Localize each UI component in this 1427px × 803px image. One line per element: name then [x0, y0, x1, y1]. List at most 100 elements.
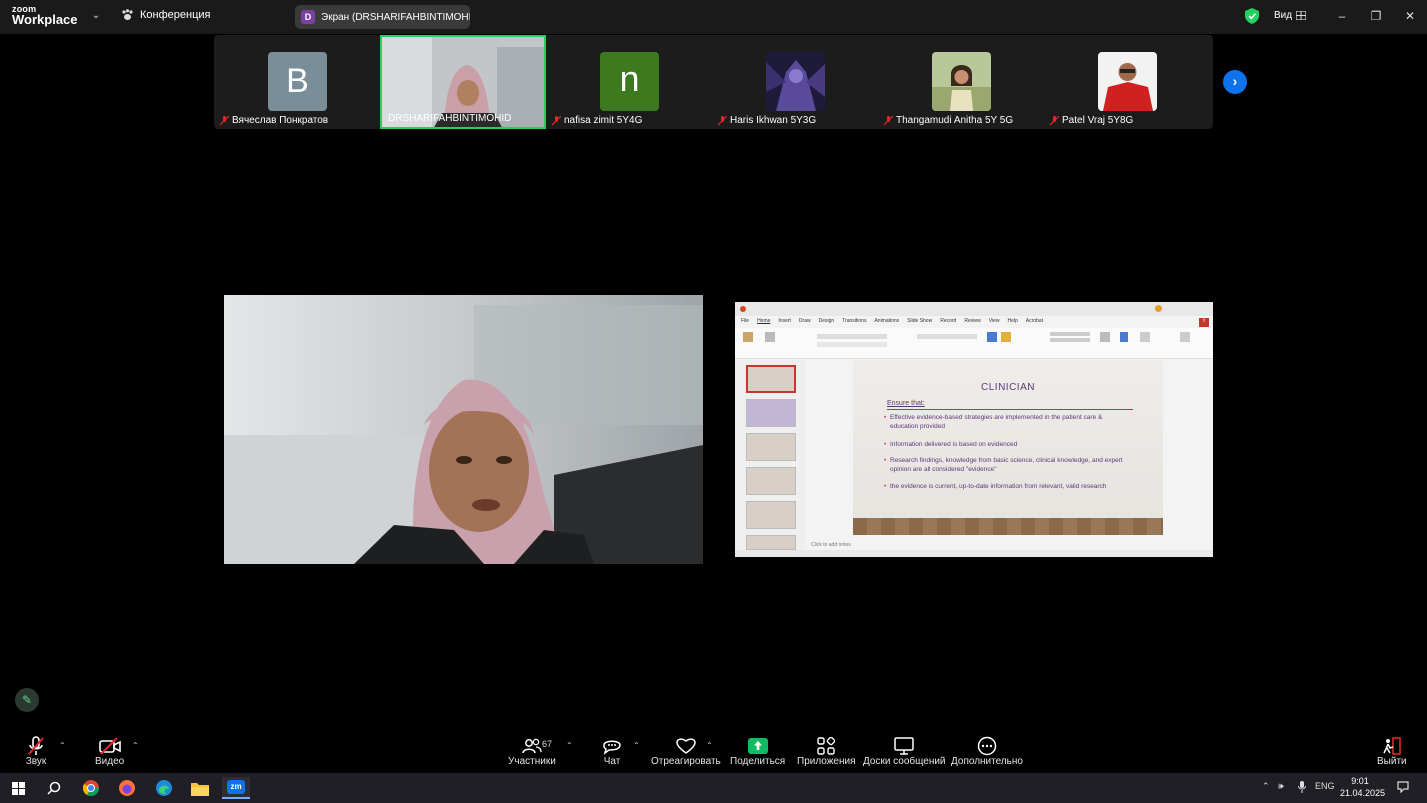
- apps-label: Приложения: [797, 756, 856, 767]
- participant-tile[interactable]: Haris Ikhwan 5Y3G: [712, 35, 878, 129]
- slide-divider: [887, 409, 1133, 410]
- zoom-taskbar-icon[interactable]: zm: [222, 777, 250, 799]
- user-avatar-icon: [1155, 305, 1162, 312]
- ppt-title-bar: [735, 302, 1213, 316]
- menu-item[interactable]: Acrobat: [1026, 318, 1043, 327]
- participant-name-label: DRSHARIFAHBINTIMOHID: [388, 113, 512, 124]
- slide-thumb[interactable]: [746, 365, 796, 393]
- more-button[interactable]: Дополнительно: [951, 736, 1023, 767]
- video-options-caret[interactable]: ⌃: [132, 741, 139, 750]
- clock-time: 9:01: [1351, 776, 1369, 786]
- slide-bullet: Research findings, knowledge from basic …: [884, 456, 1124, 474]
- menu-item[interactable]: Record: [940, 318, 956, 327]
- search-icon[interactable]: [40, 777, 68, 799]
- menu-item[interactable]: File: [741, 318, 749, 327]
- participants-count: 67: [542, 739, 553, 749]
- menu-item[interactable]: Design: [819, 318, 835, 327]
- participant-tile[interactable]: Patel Vraj 5Y8G: [1044, 35, 1210, 129]
- menu-item[interactable]: Review: [964, 318, 980, 327]
- notification-icon[interactable]: [1397, 781, 1409, 795]
- chevron-down-icon[interactable]: ⌄: [90, 10, 102, 22]
- ppt-ribbon: [735, 328, 1213, 359]
- chrome-icon[interactable]: [77, 777, 105, 799]
- participants-label: Участники: [508, 756, 556, 767]
- meeting-label: Конференция: [140, 9, 211, 21]
- speaker-video-frame: [224, 295, 703, 564]
- ppt-status-bar: [735, 550, 1213, 557]
- file-explorer-icon[interactable]: [186, 777, 214, 799]
- speaker-video: [224, 295, 703, 564]
- tray-chevron-icon[interactable]: ⌃: [1262, 781, 1270, 792]
- participant-name-label: Haris Ikhwan 5Y3G: [730, 115, 817, 126]
- whiteboards-button[interactable]: Доски сообщений: [863, 736, 946, 767]
- windows-start-icon[interactable]: [4, 777, 32, 799]
- speaker-icon[interactable]: 🕪: [1278, 781, 1284, 792]
- language-indicator[interactable]: ENG: [1315, 781, 1335, 791]
- zoom-app-icon: zm: [227, 780, 245, 794]
- whiteboard-icon: [894, 737, 915, 755]
- share-screen-icon: [747, 738, 768, 754]
- chat-button[interactable]: Чат: [600, 736, 624, 767]
- slide-thumb[interactable]: [746, 535, 796, 550]
- chat-options-caret[interactable]: ⌃: [633, 741, 640, 750]
- share-file-button[interactable]: ⇧: [1198, 318, 1209, 327]
- meeting-info-button[interactable]: Конференция: [121, 9, 210, 21]
- participant-name-label: Thangamudi Anitha 5Y 5G: [896, 115, 1014, 126]
- participant-tile[interactable]: Thangamudi Anitha 5Y 5G: [878, 35, 1044, 129]
- menu-item[interactable]: View: [989, 318, 1000, 327]
- leave-button[interactable]: Выйти: [1377, 736, 1407, 767]
- mic-muted-icon: [552, 115, 561, 125]
- menu-item[interactable]: Help: [1007, 318, 1017, 327]
- slide-bullet: Effective evidence-based strategies are …: [884, 413, 1124, 431]
- apps-button[interactable]: Приложения: [797, 736, 856, 767]
- paw-icon: [122, 9, 133, 20]
- heart-icon: [676, 738, 696, 754]
- menu-item[interactable]: Home: [757, 318, 770, 327]
- slide-thumb[interactable]: [746, 399, 796, 427]
- screen-share-indicator[interactable]: D Экран (DRSHARIFAHBINTIMOHID ···: [295, 5, 470, 29]
- menu-item[interactable]: Animations: [874, 318, 899, 327]
- microphone-icon[interactable]: [1298, 781, 1306, 795]
- notes-placeholder[interactable]: Click to add notes: [811, 542, 851, 548]
- video-button[interactable]: Видео: [95, 736, 124, 767]
- slide-bullet: Information delivered is based on eviden…: [884, 440, 1124, 449]
- close-icon[interactable]: ✕: [1402, 8, 1418, 24]
- minimize-icon[interactable]: –: [1334, 8, 1350, 24]
- share-label: Поделиться: [730, 756, 786, 767]
- participant-tile[interactable]: B Вячеслав Понкратов: [214, 35, 380, 129]
- menu-item[interactable]: Transitions: [842, 318, 866, 327]
- video-label: Видео: [95, 756, 125, 767]
- chat-icon: [603, 740, 621, 755]
- whiteboards-label: Доски сообщений: [863, 756, 946, 767]
- view-label: Вид: [1274, 10, 1293, 21]
- sharer-initial: D: [301, 10, 315, 24]
- participant-name-label: Patel Vraj 5Y8G: [1062, 115, 1134, 126]
- slide-thumbnails: [735, 360, 805, 550]
- next-page-button[interactable]: ›: [1223, 70, 1247, 94]
- audio-button[interactable]: Звук: [24, 736, 48, 767]
- firefox-icon[interactable]: [113, 777, 141, 799]
- edge-icon[interactable]: [150, 777, 178, 799]
- participant-name-label: Вячеслав Понкратов: [232, 115, 329, 126]
- participant-tile-active[interactable]: DRSHARIFAHBINTIMOHID: [380, 35, 546, 129]
- encryption-shield-icon[interactable]: [1245, 8, 1259, 24]
- participants-options-caret[interactable]: ⌃: [566, 741, 573, 750]
- participant-name: DRSHARIFAHBINTIMOHID: [388, 113, 511, 124]
- participants-icon: [522, 738, 542, 754]
- menu-item[interactable]: Draw: [799, 318, 811, 327]
- participant-tile[interactable]: n nafisa zimit 5Y4G: [546, 35, 712, 129]
- slide-thumb[interactable]: [746, 467, 796, 495]
- screen-share-label: Экран (DRSHARIFAHBINTIMOHID: [321, 11, 470, 23]
- react-options-caret[interactable]: ⌃: [706, 741, 713, 750]
- slide-thumb[interactable]: [746, 433, 796, 461]
- annotate-pencil-icon[interactable]: ✎: [15, 688, 39, 712]
- share-screen-button[interactable]: Поделиться: [730, 736, 785, 767]
- restore-icon[interactable]: ❐: [1368, 8, 1384, 24]
- taskbar-clock[interactable]: 9:01 21.04.2025: [1340, 775, 1385, 799]
- menu-item[interactable]: Slide Show: [907, 318, 932, 327]
- slide-thumb[interactable]: [746, 501, 796, 529]
- audio-options-caret[interactable]: ⌃: [59, 741, 66, 750]
- view-menu-button[interactable]: Вид: [1274, 10, 1307, 21]
- slide-bullet: the evidence is current, up-to-date info…: [884, 482, 1124, 491]
- menu-item[interactable]: Insert: [778, 318, 791, 327]
